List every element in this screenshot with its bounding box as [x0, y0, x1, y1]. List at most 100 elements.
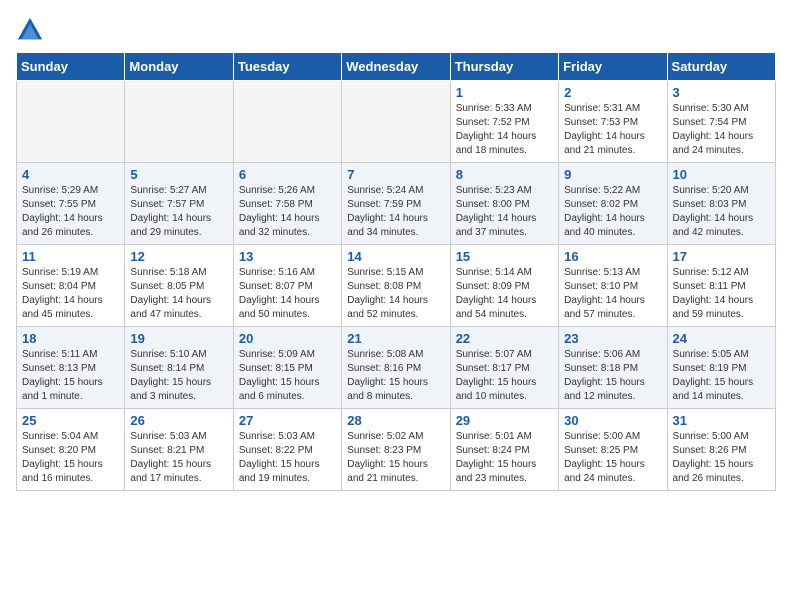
- calendar-week-row-4: 18 Sunrise: 5:11 AM Sunset: 8:13 PM Dayli…: [17, 327, 776, 409]
- day-number: 22: [456, 331, 553, 346]
- calendar-cell: 8Sunrise: 5:23 AM Sunset: 8:00 PM Daylig…: [450, 163, 558, 245]
- day-info: Sunrise: 5:15 AM Sunset: 8:08 PM Dayligh…: [347, 266, 444, 322]
- day-info: Sunrise: 5:03 AM Sunset: 8:22 PM Dayligh…: [239, 430, 336, 486]
- day-info: Sunrise: 5:20 AM Sunset: 8:03 PM Dayligh…: [673, 184, 770, 240]
- calendar-cell: 25 Sunrise: 5:04 AM Sunset: 8:20 PM Dayli…: [17, 409, 125, 491]
- calendar-cell: 18 Sunrise: 5:11 AM Sunset: 8:13 PM Dayli…: [17, 327, 125, 409]
- day-number: 12: [130, 249, 227, 264]
- day-number: 27: [239, 413, 336, 428]
- day-number: 19: [130, 331, 227, 346]
- calendar-week-row-1: 1Sunrise: 5:33 AM Sunset: 7:52 PM Daylig…: [17, 81, 776, 163]
- calendar-cell: 14 Sunrise: 5:15 AM Sunset: 8:08 PM Dayli…: [342, 245, 450, 327]
- day-number: 16: [564, 249, 661, 264]
- day-info: Sunrise: 5:07 AM Sunset: 8:17 PM Dayligh…: [456, 348, 553, 404]
- day-number: 9: [564, 167, 661, 182]
- day-info: Sunrise: 5:01 AM Sunset: 8:24 PM Dayligh…: [456, 430, 553, 486]
- calendar-cell: 26 Sunrise: 5:03 AM Sunset: 8:21 PM Dayli…: [125, 409, 233, 491]
- day-number: 28: [347, 413, 444, 428]
- day-number: 13: [239, 249, 336, 264]
- calendar-cell: 2 Sunrise: 5:31 AM Sunset: 7:53 PM Daylig…: [559, 81, 667, 163]
- day-number: 1: [456, 85, 553, 100]
- calendar-cell: 16 Sunrise: 5:13 AM Sunset: 8:10 PM Dayli…: [559, 245, 667, 327]
- day-info: Sunrise: 5:19 AM Sunset: 8:04 PM Dayligh…: [22, 266, 119, 322]
- day-info: Sunrise: 5:05 AM Sunset: 8:19 PM Dayligh…: [673, 348, 770, 404]
- day-info: Sunrise: 5:02 AM Sunset: 8:23 PM Dayligh…: [347, 430, 444, 486]
- day-info: Sunrise: 5:03 AM Sunset: 8:21 PM Dayligh…: [130, 430, 227, 486]
- day-info: Sunrise: 5:29 AM Sunset: 7:55 PM Dayligh…: [22, 184, 119, 240]
- day-info: Sunrise: 5:06 AM Sunset: 8:18 PM Dayligh…: [564, 348, 661, 404]
- day-info: Sunrise: 5:10 AM Sunset: 8:14 PM Dayligh…: [130, 348, 227, 404]
- day-info: Sunrise: 5:16 AM Sunset: 8:07 PM Dayligh…: [239, 266, 336, 322]
- day-number: 18: [22, 331, 119, 346]
- calendar-cell: 21 Sunrise: 5:08 AM Sunset: 8:16 PM Dayli…: [342, 327, 450, 409]
- calendar-cell: 28 Sunrise: 5:02 AM Sunset: 8:23 PM Dayli…: [342, 409, 450, 491]
- calendar-table: SundayMondayTuesdayWednesdayThursdayFrid…: [16, 52, 776, 491]
- calendar-cell: 27 Sunrise: 5:03 AM Sunset: 8:22 PM Dayli…: [233, 409, 341, 491]
- day-info: Sunrise: 5:04 AM Sunset: 8:20 PM Dayligh…: [22, 430, 119, 486]
- day-info: Sunrise: 5:00 AM Sunset: 8:25 PM Dayligh…: [564, 430, 661, 486]
- day-number: 24: [673, 331, 770, 346]
- calendar-header-thursday: Thursday: [450, 53, 558, 81]
- day-info: Sunrise: 5:14 AM Sunset: 8:09 PM Dayligh…: [456, 266, 553, 322]
- day-info: Sunrise: 5:30 AM Sunset: 7:54 PM Dayligh…: [673, 102, 770, 158]
- day-info: Sunrise: 5:08 AM Sunset: 8:16 PM Dayligh…: [347, 348, 444, 404]
- day-info: Sunrise: 5:11 AM Sunset: 8:13 PM Dayligh…: [22, 348, 119, 404]
- calendar-cell: [17, 81, 125, 163]
- day-number: 7: [347, 167, 444, 182]
- page-header: [16, 16, 776, 44]
- day-number: 10: [673, 167, 770, 182]
- calendar-cell: 30Sunrise: 5:00 AM Sunset: 8:25 PM Dayli…: [559, 409, 667, 491]
- calendar-cell: 23 Sunrise: 5:06 AM Sunset: 8:18 PM Dayli…: [559, 327, 667, 409]
- calendar-header-tuesday: Tuesday: [233, 53, 341, 81]
- day-info: Sunrise: 5:18 AM Sunset: 8:05 PM Dayligh…: [130, 266, 227, 322]
- calendar-cell: 5Sunrise: 5:27 AM Sunset: 7:57 PM Daylig…: [125, 163, 233, 245]
- calendar-header-friday: Friday: [559, 53, 667, 81]
- day-number: 14: [347, 249, 444, 264]
- day-number: 21: [347, 331, 444, 346]
- day-number: 11: [22, 249, 119, 264]
- calendar-cell: 29Sunrise: 5:01 AM Sunset: 8:24 PM Dayli…: [450, 409, 558, 491]
- day-number: 23: [564, 331, 661, 346]
- calendar-header-wednesday: Wednesday: [342, 53, 450, 81]
- calendar-cell: 13 Sunrise: 5:16 AM Sunset: 8:07 PM Dayli…: [233, 245, 341, 327]
- day-number: 31: [673, 413, 770, 428]
- day-number: 26: [130, 413, 227, 428]
- calendar-cell: 31 Sunrise: 5:00 AM Sunset: 8:26 PM Dayli…: [667, 409, 775, 491]
- day-info: Sunrise: 5:31 AM Sunset: 7:53 PM Dayligh…: [564, 102, 661, 158]
- day-number: 17: [673, 249, 770, 264]
- day-info: Sunrise: 5:26 AM Sunset: 7:58 PM Dayligh…: [239, 184, 336, 240]
- calendar-cell: 10 Sunrise: 5:20 AM Sunset: 8:03 PM Dayli…: [667, 163, 775, 245]
- day-info: Sunrise: 5:09 AM Sunset: 8:15 PM Dayligh…: [239, 348, 336, 404]
- calendar-cell: 6 Sunrise: 5:26 AM Sunset: 7:58 PM Daylig…: [233, 163, 341, 245]
- day-info: Sunrise: 5:13 AM Sunset: 8:10 PM Dayligh…: [564, 266, 661, 322]
- calendar-cell: [342, 81, 450, 163]
- calendar-cell: 20 Sunrise: 5:09 AM Sunset: 8:15 PM Dayli…: [233, 327, 341, 409]
- calendar-cell: 3 Sunrise: 5:30 AM Sunset: 7:54 PM Daylig…: [667, 81, 775, 163]
- logo: [16, 16, 48, 44]
- calendar-week-row-3: 11 Sunrise: 5:19 AM Sunset: 8:04 PM Dayli…: [17, 245, 776, 327]
- calendar-header-row: SundayMondayTuesdayWednesdayThursdayFrid…: [17, 53, 776, 81]
- day-number: 6: [239, 167, 336, 182]
- logo-icon: [16, 16, 44, 44]
- calendar-cell: 24 Sunrise: 5:05 AM Sunset: 8:19 PM Dayli…: [667, 327, 775, 409]
- day-number: 8: [456, 167, 553, 182]
- calendar-cell: 1Sunrise: 5:33 AM Sunset: 7:52 PM Daylig…: [450, 81, 558, 163]
- day-number: 15: [456, 249, 553, 264]
- day-number: 2: [564, 85, 661, 100]
- calendar-header-sunday: Sunday: [17, 53, 125, 81]
- day-number: 20: [239, 331, 336, 346]
- calendar-week-row-2: 4Sunrise: 5:29 AM Sunset: 7:55 PM Daylig…: [17, 163, 776, 245]
- day-info: Sunrise: 5:22 AM Sunset: 8:02 PM Dayligh…: [564, 184, 661, 240]
- day-info: Sunrise: 5:27 AM Sunset: 7:57 PM Dayligh…: [130, 184, 227, 240]
- day-info: Sunrise: 5:00 AM Sunset: 8:26 PM Dayligh…: [673, 430, 770, 486]
- calendar-cell: [125, 81, 233, 163]
- calendar-cell: 17Sunrise: 5:12 AM Sunset: 8:11 PM Dayli…: [667, 245, 775, 327]
- calendar-cell: [233, 81, 341, 163]
- calendar-week-row-5: 25 Sunrise: 5:04 AM Sunset: 8:20 PM Dayli…: [17, 409, 776, 491]
- calendar-header-monday: Monday: [125, 53, 233, 81]
- day-number: 25: [22, 413, 119, 428]
- calendar-header-saturday: Saturday: [667, 53, 775, 81]
- calendar-cell: 12 Sunrise: 5:18 AM Sunset: 8:05 PM Dayli…: [125, 245, 233, 327]
- calendar-cell: 19 Sunrise: 5:10 AM Sunset: 8:14 PM Dayli…: [125, 327, 233, 409]
- day-number: 3: [673, 85, 770, 100]
